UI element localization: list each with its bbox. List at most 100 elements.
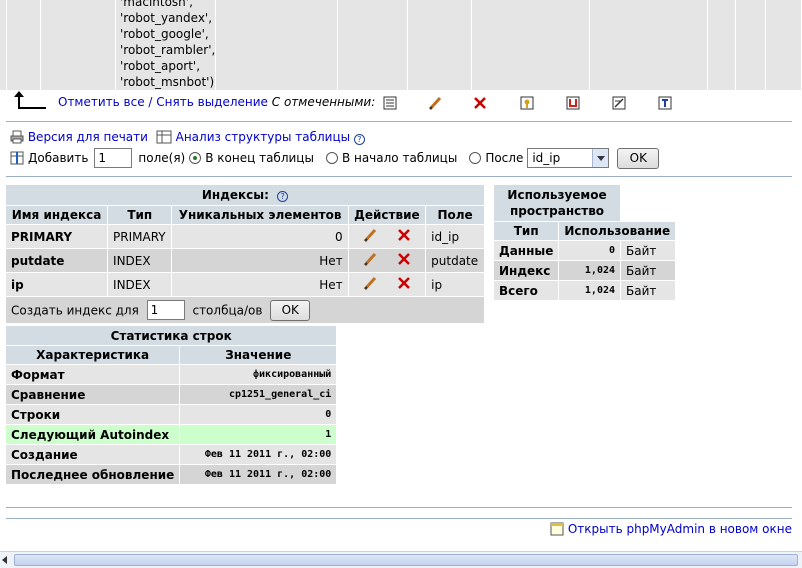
- stat-value: Фев 11 2011 г., 02:00: [180, 445, 337, 464]
- space-unit: Байт: [621, 281, 676, 300]
- open-new-window-link[interactable]: Открыть phpMyAdmin в новом окне: [568, 522, 792, 536]
- space-type: Данные: [494, 241, 559, 260]
- stat-name: Следующий Autoindex: [6, 425, 180, 444]
- chevron-down-icon: [592, 149, 609, 167]
- uncheck-all-link[interactable]: Снять выделение: [156, 95, 268, 109]
- print-view-link[interactable]: Версия для печати: [28, 130, 148, 144]
- edit-index-icon[interactable]: [362, 275, 378, 291]
- stat-value: фиксированный: [180, 365, 337, 384]
- enum-value: 'robot_yandex',: [120, 11, 213, 25]
- col-action: Действие: [348, 206, 426, 224]
- after-field-select[interactable]: id_ip: [527, 148, 610, 168]
- field-count-input[interactable]: [94, 148, 133, 168]
- index-field: ip: [426, 273, 484, 296]
- radio-end-label: В конец таблицы: [205, 151, 314, 165]
- stat-name: Создание: [6, 445, 180, 464]
- index-actions: [348, 225, 426, 248]
- space-type: Всего: [494, 281, 559, 300]
- index-type: INDEX: [108, 273, 172, 296]
- col-type: Тип: [108, 206, 172, 224]
- horizontal-scrollbar[interactable]: [0, 551, 802, 568]
- add-label: Добавить: [28, 151, 89, 165]
- browse-selected-icon[interactable]: [382, 95, 398, 114]
- space-title-line1: Используемое: [507, 187, 607, 202]
- print-analyze-links: Версия для печати Анализ структуры табли…: [10, 130, 365, 147]
- create-index-suffix: столбца/ов: [192, 303, 263, 317]
- table-row: putdate INDEX Нет putdate: [6, 249, 484, 272]
- table-row: Всего 1,024 Байт: [494, 281, 676, 300]
- index-cardinality: 0: [172, 225, 348, 248]
- drop-index-icon[interactable]: [396, 275, 412, 291]
- primary-key-icon[interactable]: [519, 95, 535, 114]
- unique-icon[interactable]: [565, 95, 581, 114]
- drop-selected-icon[interactable]: [472, 95, 488, 114]
- table-row: Сравнение cp1251_general_ci: [6, 385, 337, 404]
- indexes-section: Индексы: ? Имя индекса Тип Уникальных эл…: [5, 184, 485, 324]
- index-type: PRIMARY: [108, 225, 172, 248]
- create-index-count-input[interactable]: [146, 300, 185, 320]
- edit-index-icon[interactable]: [362, 227, 378, 243]
- stat-value: cp1251_general_ci: [180, 385, 337, 404]
- row-stats-title: Статистика строк: [6, 326, 337, 345]
- divider: [6, 507, 792, 508]
- help-icon[interactable]: ?: [353, 134, 365, 145]
- index-icon[interactable]: [611, 95, 627, 114]
- indexes-title-cell: Индексы: ?: [6, 185, 484, 205]
- help-icon[interactable]: ?: [277, 191, 289, 202]
- space-title-cell: Используемое пространство: [494, 185, 621, 221]
- with-selected-label: С отмеченными:: [271, 95, 376, 109]
- radio-after-field[interactable]: [469, 152, 482, 164]
- add-column-icon: [10, 151, 24, 165]
- arrow-up-icon: [14, 91, 46, 109]
- scroll-left-icon[interactable]: [2, 556, 7, 564]
- col-characteristic: Характеристика: [6, 346, 180, 364]
- drop-index-icon[interactable]: [396, 227, 412, 243]
- separator: /: [148, 95, 153, 109]
- stat-name: Строки: [6, 405, 180, 424]
- index-type: INDEX: [108, 249, 172, 272]
- edit-index-icon[interactable]: [362, 251, 378, 267]
- space-value: 1,024: [559, 261, 621, 280]
- radio-after-label: После: [485, 151, 524, 165]
- stat-value: 0: [180, 405, 337, 424]
- enum-value: 'robot_aport',: [120, 59, 201, 73]
- fulltext-icon[interactable]: [657, 95, 673, 114]
- edit-selected-icon[interactable]: [427, 95, 443, 114]
- check-all-link[interactable]: Отметить все: [58, 95, 145, 109]
- index-name: putdate: [6, 249, 108, 272]
- stat-name: Формат: [6, 365, 180, 384]
- enum-values-cell: 'macintosh', 'robot_yandex', 'robot_goog…: [120, 0, 215, 90]
- space-usage-table: Используемое пространство Тип Использова…: [493, 184, 676, 301]
- table-row: ip INDEX Нет ip: [6, 273, 484, 296]
- new-window-icon: [550, 522, 564, 539]
- print-icon: [10, 130, 24, 147]
- analyze-structure-link[interactable]: Анализ структуры таблицы: [176, 130, 350, 144]
- index-field: id_ip: [426, 225, 484, 248]
- space-unit: Байт: [621, 241, 676, 260]
- after-field-value: id_ip: [532, 151, 561, 165]
- enum-value: 'robot_google',: [120, 27, 209, 41]
- index-cardinality: Нет: [172, 249, 348, 272]
- col-index-name: Имя индекса: [6, 206, 108, 224]
- indexes-title: Индексы:: [201, 188, 269, 202]
- col-value: Значение: [180, 346, 337, 364]
- enum-value: 'robot_rambler',: [120, 43, 216, 57]
- add-field-form: Добавить поле(я) В конец таблицы В начал…: [10, 147, 660, 169]
- scrollbar-thumb[interactable]: [14, 554, 798, 566]
- stat-value: Фев 11 2011 г., 02:00: [180, 465, 337, 484]
- table-row: Индекс 1,024 Байт: [494, 261, 676, 280]
- create-index-ok-button[interactable]: OK: [270, 299, 311, 321]
- table-row: Следующий Autoindex 1: [6, 425, 337, 444]
- index-field: putdate: [426, 249, 484, 272]
- add-field-ok-button[interactable]: OK: [617, 147, 660, 169]
- selection-actions: Отметить все / Снять выделение С отмечен…: [58, 95, 375, 109]
- drop-index-icon[interactable]: [396, 251, 412, 267]
- divider: [6, 176, 792, 177]
- index-name: ip: [6, 273, 108, 296]
- index-actions: [348, 273, 426, 296]
- table-row: Формат фиксированный: [6, 365, 337, 384]
- radio-begin-of-table[interactable]: [325, 152, 338, 164]
- space-usage-section: Используемое пространство Тип Использова…: [493, 184, 676, 301]
- radio-end-of-table[interactable]: [189, 152, 202, 164]
- col-cardinality: Уникальных элементов: [172, 206, 348, 224]
